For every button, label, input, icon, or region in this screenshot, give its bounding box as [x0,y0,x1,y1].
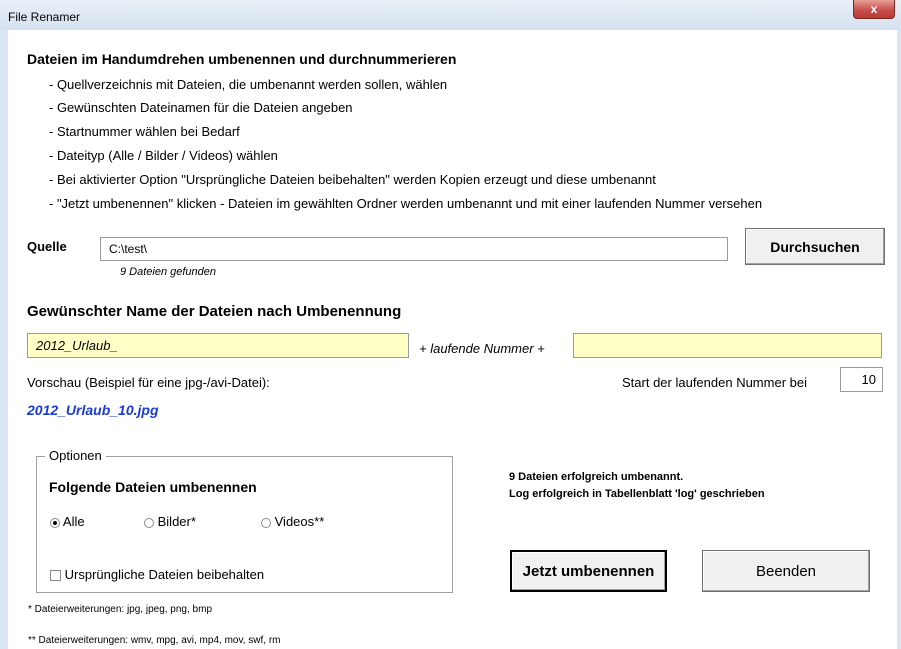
rename-now-button[interactable]: Jetzt umbenennen [510,550,667,592]
intro-step: - "Jetzt umbenennen" klicken - Dateien i… [49,196,763,211]
start-number-label: Start der laufenden Nummer bei [622,375,807,390]
intro-step: - Quellverzeichnis mit Dateien, die umbe… [49,77,448,92]
keep-originals-checkbox[interactable]: Ursprüngliche Dateien beibehalten [50,567,264,582]
browse-button[interactable]: Durchsuchen [745,228,885,265]
radio-images[interactable]: Bilder* [144,514,196,529]
status-line-1: 9 Dateien erfolgreich umbenannt. [509,471,684,483]
keep-originals-label: Ursprüngliche Dateien beibehalten [64,567,265,582]
options-group: Optionen Folgende Dateien umbenennen All… [36,448,453,593]
intro-step: - Gewünschten Dateinamen für die Dateien… [49,100,353,115]
window-title: File Renamer [8,10,81,24]
radio-videos[interactable]: Videos** [261,514,324,529]
files-found-text: 9 Dateien gefunden [120,266,217,278]
intro-step: - Dateityp (Alle / Bilder / Videos) wähl… [49,148,278,163]
separator-label: + laufende Nummer + [419,341,545,356]
radio-unchecked-icon [144,517,154,528]
source-label: Quelle [27,239,67,254]
window-titlebar: File Renamer x [0,0,901,30]
options-legend: Optionen [45,448,106,463]
preview-value: 2012_Urlaub_10.jpg [27,402,159,418]
radio-videos-label: Videos** [274,514,325,529]
status-line-2: Log erfolgreich in Tabellenblatt 'log' g… [509,488,765,500]
start-number-input[interactable]: 10 [840,367,883,392]
radio-images-label: Bilder* [157,514,196,529]
radio-unchecked-icon [261,517,271,528]
close-button[interactable]: x [853,0,895,19]
source-path-field[interactable]: C:\test\ [100,237,728,261]
options-heading: Folgende Dateien umbenennen [49,479,257,495]
quit-button[interactable]: Beenden [702,550,870,592]
radio-checked-icon [50,517,60,528]
close-icon: x [870,2,878,16]
intro-heading: Dateien im Handumdrehen umbenennen und d… [27,51,457,67]
name-suffix-input[interactable] [573,333,882,358]
radio-all[interactable]: Alle [50,514,85,529]
intro-step: - Startnummer wählen bei Bedarf [49,124,240,139]
naming-heading: Gewünschter Name der Dateien nach Umbene… [27,303,402,320]
preview-label: Vorschau (Beispiel für eine jpg-/avi-Dat… [27,375,270,390]
checkbox-unchecked-icon [50,570,61,582]
dialog-body: Dateien im Handumdrehen umbenennen und d… [8,30,897,649]
intro-step: - Bei aktivierter Option "Ursprüngliche … [49,172,656,187]
name-prefix-input[interactable]: 2012_Urlaub_ [27,333,409,358]
footnote-videos: ** Dateierweiterungen: wmv, mpg, avi, mp… [28,635,281,646]
footnote-images: * Dateierweiterungen: jpg, jpeg, png, bm… [28,604,213,615]
radio-all-label: Alle [62,514,85,529]
